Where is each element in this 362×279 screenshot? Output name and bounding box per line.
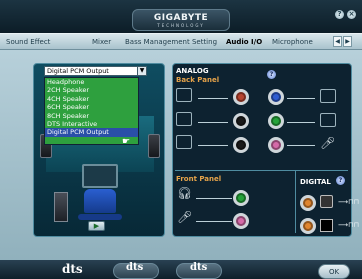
title-bar: GIGABYTE TECHNOLOGY ? × xyxy=(0,0,362,33)
option-4ch-speaker[interactable]: 4CH Speaker xyxy=(45,95,138,103)
front-panel-title: Front Panel xyxy=(176,175,222,183)
tab-scroll-right-icon[interactable]: ▶ xyxy=(343,36,352,47)
option-8ch-speaker[interactable]: 8CH Speaker xyxy=(45,112,138,120)
right-speaker-icon xyxy=(148,134,160,158)
jack-blue[interactable] xyxy=(268,89,284,105)
tab-bar: Sound Effect Mixer Bass Management Setti… xyxy=(0,33,362,50)
jack-black[interactable] xyxy=(233,113,249,129)
jack-spdif-optical[interactable] xyxy=(300,218,316,234)
jack-link xyxy=(198,145,228,146)
monitor-icon xyxy=(82,164,118,188)
dts-logo: dts xyxy=(126,262,144,273)
jack-link xyxy=(287,145,315,146)
back-panel-title: Back Panel xyxy=(176,76,220,84)
headphone-icon: 🎧︎ xyxy=(177,186,193,200)
jack-link xyxy=(287,122,315,123)
option-dts-interactive[interactable]: DTS Interactive xyxy=(45,120,138,128)
play-test-button[interactable]: ▶ xyxy=(88,221,105,231)
jack-link xyxy=(196,198,232,199)
gigabyte-logo: GIGABYTE TECHNOLOGY xyxy=(132,9,230,31)
speaker-icon xyxy=(176,88,192,102)
analog-help-icon[interactable]: ? xyxy=(267,70,276,79)
tab-audio-io[interactable]: Audio I/O xyxy=(226,38,262,46)
tab-sound-effect[interactable]: Sound Effect xyxy=(6,38,50,46)
jack-link xyxy=(287,98,315,99)
option-2ch-speaker[interactable]: 2CH Speaker xyxy=(45,86,138,94)
signal-wave-icon: ⟶⊓⊓ xyxy=(338,221,359,229)
ok-button[interactable]: OK xyxy=(318,264,350,279)
tab-mixer[interactable]: Mixer xyxy=(92,38,111,46)
microphone-icon: 🎤︎ xyxy=(320,136,336,150)
spdif-icon xyxy=(320,195,333,208)
speaker-icon xyxy=(176,135,192,149)
jack-link xyxy=(198,98,228,99)
brand-sub: TECHNOLOGY xyxy=(157,23,205,28)
chair-icon xyxy=(84,189,116,213)
jack-pink[interactable] xyxy=(268,137,284,153)
pointer-cursor-icon: ☛ xyxy=(122,137,131,147)
jack-front-pink[interactable] xyxy=(233,213,249,229)
speaker-config-select[interactable]: Digital PCM Output ▼ xyxy=(44,66,147,76)
digital-title: DIGITAL xyxy=(300,178,331,186)
option-headphone[interactable]: Headphone xyxy=(45,78,138,86)
tab-microphone[interactable]: Microphone xyxy=(272,38,313,46)
dts-logo: dts xyxy=(190,262,208,273)
speaker-icon xyxy=(320,113,336,127)
tab-scroll-left-icon[interactable]: ◀ xyxy=(333,36,342,47)
microphone-icon: 🎤︎ xyxy=(177,210,193,224)
option-digital-pcm-output[interactable]: Digital PCM Output xyxy=(45,128,138,137)
digital-help-icon[interactable]: ? xyxy=(336,176,345,185)
jack-link xyxy=(196,221,232,222)
jack-green[interactable] xyxy=(268,113,284,129)
brand-name: GIGABYTE xyxy=(153,13,209,23)
pc-tower-icon xyxy=(54,192,68,222)
jack-red[interactable] xyxy=(233,89,249,105)
close-icon[interactable]: × xyxy=(347,10,356,19)
signal-wave-icon: ⟶⊓⊓ xyxy=(338,198,359,206)
chevron-down-icon[interactable]: ▼ xyxy=(137,67,146,75)
analog-title: ANALOG xyxy=(176,67,209,75)
jack-link xyxy=(198,122,228,123)
line-in-icon xyxy=(320,89,336,103)
option-6ch-speaker[interactable]: 6CH Speaker xyxy=(45,103,138,111)
speaker-icon xyxy=(176,112,192,126)
spdif-icon xyxy=(320,219,333,232)
tab-bass-management[interactable]: Bass Management Setting xyxy=(125,38,217,46)
jack-front-green[interactable] xyxy=(233,190,249,206)
help-icon[interactable]: ? xyxy=(335,10,344,19)
panel-divider xyxy=(175,170,348,171)
speaker-config-list: Headphone 2CH Speaker 4CH Speaker 6CH Sp… xyxy=(44,77,139,145)
panel-divider xyxy=(295,170,296,233)
jack-spdif-coax[interactable] xyxy=(300,195,316,211)
dts-logo: dts xyxy=(62,262,83,276)
speaker-config-value: Digital PCM Output xyxy=(47,67,109,75)
jack-black[interactable] xyxy=(233,137,249,153)
